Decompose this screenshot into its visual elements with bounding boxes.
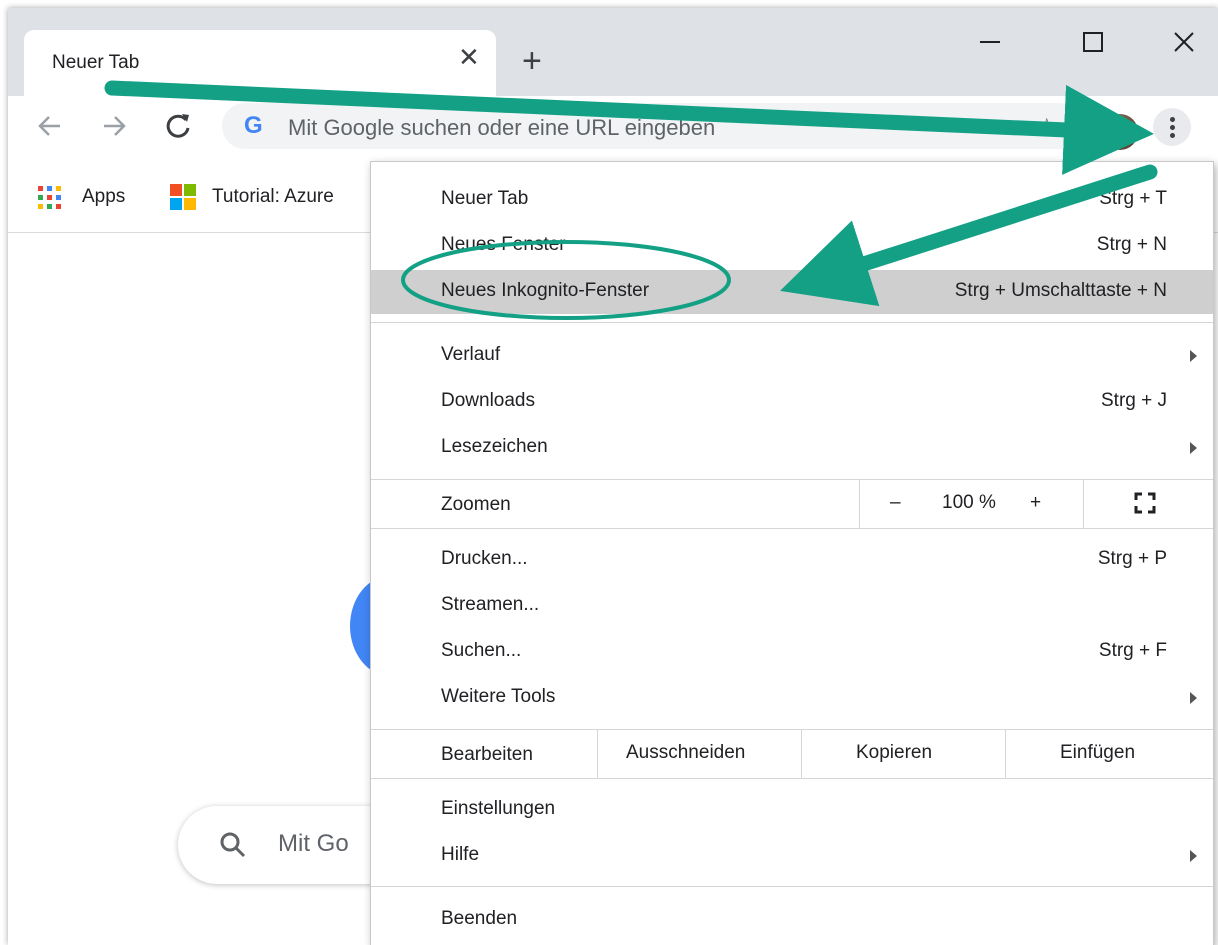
menu-item-label: Downloads [441, 390, 535, 411]
maximize-icon[interactable] [1075, 24, 1111, 60]
copy-label: Kopieren [856, 742, 933, 763]
menu-item-label: Weitere Tools [441, 686, 556, 707]
active-tab[interactable]: Neuer Tab ✕ [24, 30, 496, 96]
menu-item-shortcut: Strg + P [1097, 548, 1167, 569]
menu-item-exit[interactable]: Beenden [371, 898, 1213, 942]
menu-item-label: Neuer Tab [441, 188, 529, 209]
menu-item-cast[interactable]: Streamen... [371, 584, 1213, 628]
menu-item-label: Neues Fenster [441, 234, 566, 255]
paste-label: Einfügen [1060, 742, 1136, 763]
zoom-controls: – 100 % + [859, 480, 1084, 528]
close-icon[interactable]: ✕ [458, 44, 480, 70]
plus-icon[interactable]: + [522, 44, 542, 78]
submenu-arrow-icon [1190, 692, 1197, 704]
submenu-arrow-icon [1190, 350, 1197, 362]
menu-item-label: Hilfe [441, 844, 480, 865]
menu-item-edit: Bearbeiten Ausschneiden Kopieren Einfüge… [371, 730, 1213, 778]
menu-separator [371, 528, 1213, 529]
menu-item-new-window[interactable]: Neues Fenster Strg + N [371, 224, 1213, 268]
menu-item-more-tools[interactable]: Weitere Tools [371, 676, 1213, 720]
menu-item-label: Verlauf [441, 344, 501, 365]
toolbar: G Mit Google suchen oder eine URL eingeb… [8, 96, 1218, 156]
address-bar[interactable]: G Mit Google suchen oder eine URL eingeb… [222, 103, 1082, 149]
title-bar: Neuer Tab ✕ + [8, 8, 1218, 96]
submenu-arrow-icon [1190, 442, 1197, 454]
search-icon [220, 832, 246, 858]
menu-separator [371, 322, 1213, 323]
menu-item-shortcut: Strg + F [1098, 640, 1167, 661]
menu-item-label: Suchen... [441, 640, 522, 661]
menu-item-label: Einstellungen [441, 798, 556, 819]
fullscreen-button[interactable] [1083, 480, 1213, 528]
star-icon[interactable]: ☆ [1036, 113, 1058, 142]
menu-item-history[interactable]: Verlauf [371, 334, 1213, 378]
paste-button[interactable]: Einfügen [1005, 730, 1213, 778]
menu-item-new-incognito-window[interactable]: Neues Inkognito-Fenster Strg + Umschaltt… [371, 270, 1213, 314]
zoom-out-button[interactable]: – [890, 492, 901, 514]
menu-item-bookmarks[interactable]: Lesezeichen [371, 426, 1213, 470]
menu-item-new-tab[interactable]: Neuer Tab Strg + T [371, 178, 1213, 222]
menu-item-label: Neues Inkognito-Fenster [441, 280, 650, 301]
copy-button[interactable]: Kopieren [801, 730, 1006, 778]
tab-title: Neuer Tab [52, 52, 140, 73]
menu-item-shortcut: Strg + J [1101, 390, 1167, 411]
menu-item-label: Zoomen [441, 494, 511, 515]
avatar[interactable] [1102, 114, 1138, 150]
search-placeholder: Mit Go [278, 830, 349, 857]
menu-item-shortcut: Strg + N [1096, 234, 1167, 255]
bookmark-tutorial-azure[interactable]: Tutorial: Azure [212, 186, 334, 208]
menu-separator [371, 886, 1213, 887]
apps-grid-icon[interactable] [38, 186, 62, 210]
cut-button[interactable]: Ausschneiden [597, 730, 802, 778]
microsoft-logo-icon [170, 184, 196, 210]
cut-label: Ausschneiden [626, 742, 746, 763]
menu-item-settings[interactable]: Einstellungen [371, 788, 1213, 832]
menu-item-zoom: Zoomen – 100 % + [371, 480, 1213, 528]
chrome-menu: Neuer Tab Strg + T Neues Fenster Strg + … [370, 161, 1214, 945]
forward-arrow-icon[interactable] [94, 106, 134, 146]
menu-item-shortcut: Strg + T [1099, 188, 1167, 209]
zoom-level: 100 % [942, 492, 996, 513]
menu-item-label: Drucken... [441, 548, 528, 569]
menu-item-label: Streamen... [441, 594, 540, 615]
menu-item-find[interactable]: Suchen... Strg + F [371, 630, 1213, 674]
back-arrow-icon[interactable] [30, 106, 70, 146]
menu-item-label: Bearbeiten [441, 744, 533, 765]
zoom-in-button[interactable]: + [1030, 492, 1041, 514]
menu-item-shortcut: Strg + Umschalttaste + N [954, 280, 1167, 301]
reload-icon[interactable] [158, 106, 198, 146]
menu-separator [371, 778, 1213, 779]
fullscreen-icon [1134, 492, 1156, 514]
submenu-arrow-icon [1190, 850, 1197, 862]
menu-item-help[interactable]: Hilfe [371, 834, 1213, 878]
bookmark-apps[interactable]: Apps [82, 186, 125, 208]
google-logo-icon: G [244, 112, 263, 139]
menu-item-label: Beenden [441, 908, 518, 929]
menu-item-downloads[interactable]: Downloads Strg + J [371, 380, 1213, 424]
more-menu-icon[interactable] [1153, 108, 1191, 146]
minimize-icon[interactable] [972, 24, 1008, 60]
address-bar-placeholder: Mit Google suchen oder eine URL eingeben [288, 115, 716, 140]
menu-item-label: Lesezeichen [441, 436, 548, 457]
close-icon[interactable] [1166, 24, 1202, 60]
browser-window: Neuer Tab ✕ + G Mit Google suchen oder e… [8, 8, 1218, 945]
menu-item-print[interactable]: Drucken... Strg + P [371, 538, 1213, 582]
